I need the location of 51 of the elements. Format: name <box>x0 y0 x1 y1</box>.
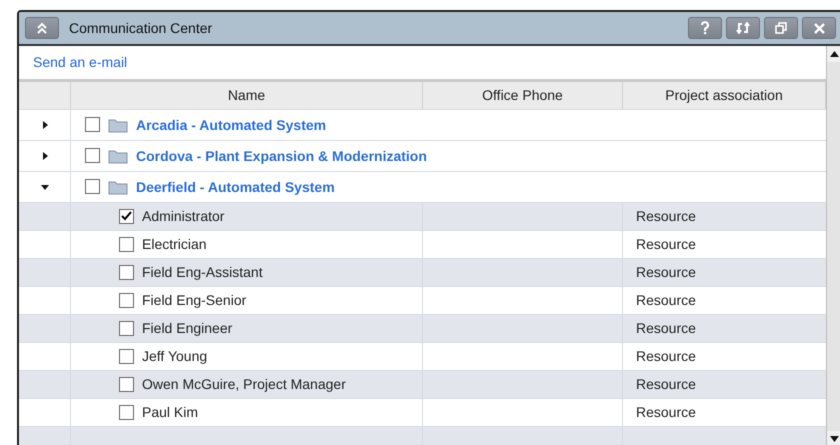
group-name[interactable]: Cordova - Plant Expansion & Modernization <box>136 148 427 164</box>
restore-button[interactable] <box>764 17 798 39</box>
folder-icon <box>108 178 128 195</box>
restore-window-icon <box>775 22 787 34</box>
refresh-button[interactable] <box>726 17 760 39</box>
double-chevron-up-icon <box>36 22 48 34</box>
group-name[interactable]: Arcadia - Automated System <box>136 116 326 133</box>
help-button[interactable] <box>688 17 722 39</box>
member-name: Field Eng-Senior <box>142 292 246 308</box>
checkbox[interactable] <box>119 292 134 308</box>
folder-icon <box>108 148 128 164</box>
project-association: Resource <box>636 348 696 364</box>
checkbox[interactable] <box>119 208 134 224</box>
checkbox[interactable] <box>85 179 100 194</box>
checkbox[interactable] <box>119 236 134 252</box>
project-association: Resource <box>636 376 696 392</box>
caret-right-icon[interactable] <box>40 152 48 160</box>
caret-down-icon[interactable] <box>40 182 48 191</box>
member-name: Owen McGuire, Project Manager <box>142 376 346 392</box>
member-name: Field Eng-Assistant <box>142 264 263 280</box>
member-name: Administrator <box>142 208 224 224</box>
checkbox[interactable] <box>119 348 134 364</box>
project-association: Resource <box>636 264 696 280</box>
send-email-link[interactable]: Send an e-mail <box>33 54 128 70</box>
checkbox[interactable] <box>85 117 100 132</box>
close-button[interactable] <box>802 17 836 39</box>
folder-icon <box>108 116 128 133</box>
group-name[interactable]: Deerfield - Automated System <box>136 178 335 195</box>
project-association: Resource <box>636 236 696 252</box>
project-association: Resource <box>636 320 696 336</box>
checkbox[interactable] <box>119 320 134 336</box>
refresh-icon <box>735 22 751 34</box>
checkbox[interactable] <box>119 404 134 420</box>
project-association: Resource <box>636 208 696 224</box>
checkbox[interactable] <box>85 148 100 164</box>
checkbox[interactable] <box>119 376 134 392</box>
caret-right-icon[interactable] <box>40 120 48 129</box>
question-mark-icon <box>700 21 710 35</box>
member-name: Paul Kim <box>142 404 198 420</box>
window-title: Communication Center <box>69 20 214 36</box>
member-name: Field Engineer <box>142 320 232 336</box>
checkbox[interactable] <box>119 264 134 280</box>
scrollbar[interactable] <box>826 46 840 445</box>
project-association: Resource <box>636 292 696 308</box>
close-icon <box>814 22 824 34</box>
collapse-button[interactable] <box>25 17 59 39</box>
project-association: Resource <box>636 404 696 420</box>
member-name: Electrician <box>142 236 207 252</box>
member-name: Jeff Young <box>142 348 208 364</box>
scroll-down-icon[interactable] <box>830 436 839 442</box>
scroll-up-icon[interactable] <box>830 51 839 57</box>
